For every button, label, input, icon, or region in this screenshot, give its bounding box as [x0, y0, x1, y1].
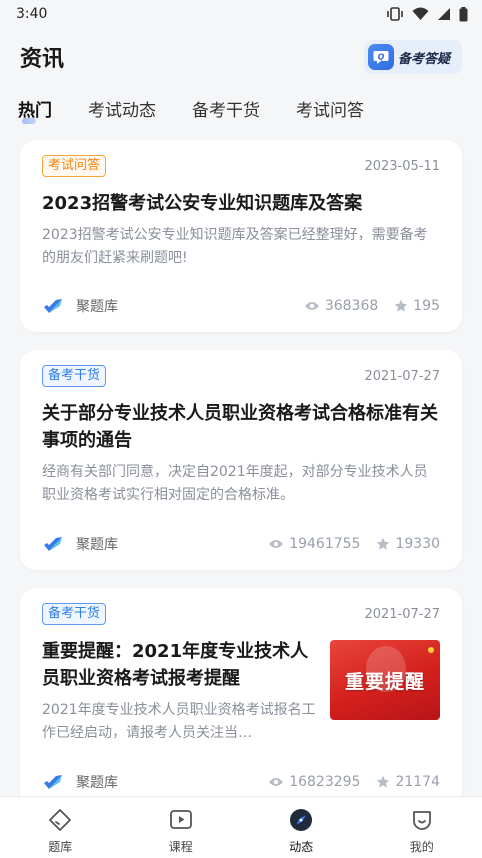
- article-title: 重要提醒：2021年度专业技术人员职业资格考试报考提醒: [42, 641, 309, 689]
- category-tag: 备考干货: [42, 365, 107, 387]
- article-card[interactable]: 备考干货 2021-07-27 关于部分专业技术人员职业资格考试合格标准有关事项…: [20, 350, 462, 570]
- tab-hot[interactable]: 热门: [18, 96, 52, 124]
- page-title: 资讯: [20, 47, 65, 72]
- source-logo-icon: [44, 299, 62, 313]
- nav-label: 题库: [48, 840, 73, 854]
- eye-icon: [269, 778, 284, 786]
- view-count: 19461755: [289, 536, 361, 552]
- publish-date: 2023-05-11: [364, 158, 440, 174]
- signal-icon: [438, 8, 450, 20]
- view-count: 16823295: [289, 774, 361, 790]
- source-name: 聚题库: [76, 537, 118, 553]
- nav-question-bank[interactable]: 题库: [0, 797, 121, 858]
- chat-question-icon: Q: [368, 44, 394, 70]
- star-icon: [377, 775, 390, 788]
- article-card[interactable]: 考试问答 2023-05-11 2023招警考试公安专业知识题库及答案 2023…: [20, 140, 462, 332]
- source-logo-icon: [44, 537, 62, 551]
- tab-exam-qa[interactable]: 考试问答: [296, 96, 364, 121]
- source-name: 聚题库: [76, 775, 118, 791]
- article-card[interactable]: 备考干货 2021-07-27 重要提醒：2021年度专业技术人员职业资格考试报…: [20, 588, 462, 808]
- course-play-icon: [169, 810, 192, 829]
- nav-profile[interactable]: 我的: [362, 797, 482, 858]
- svg-text:Q: Q: [378, 53, 385, 62]
- article-summary: 2023招警考试公安专业知识题库及答案已经整理好，需要备考的朋友们赶紧来刷题吧!: [42, 227, 428, 266]
- compass-icon: [290, 809, 313, 831]
- status-icons: [386, 6, 468, 22]
- eye-icon: [269, 540, 284, 548]
- eye-icon: [304, 302, 319, 310]
- wifi-icon: [412, 7, 429, 20]
- profile-icon: [412, 811, 431, 830]
- category-tabs: 热门 考试动态 备考干货 考试问答: [0, 90, 482, 126]
- category-tag: 备考干货: [42, 603, 107, 625]
- nav-label: 我的: [409, 840, 434, 854]
- article-title: 2023招警考试公安专业知识题库及答案: [42, 193, 363, 214]
- tab-study-materials[interactable]: 备考干货: [192, 96, 260, 121]
- vibrate-icon: [387, 7, 403, 21]
- nav-label: 动态: [289, 840, 314, 854]
- nav-label: 课程: [168, 840, 193, 854]
- bottom-nav: 题库 课程 动态 我的: [0, 796, 482, 858]
- source-logo-icon: [44, 775, 62, 789]
- star-count: 195: [413, 298, 440, 314]
- category-tag: 考试问答: [42, 155, 107, 177]
- exam-qa-button[interactable]: Q 备考答疑: [364, 40, 462, 74]
- status-time: 3:40: [16, 6, 48, 22]
- publish-date: 2021-07-27: [364, 606, 440, 622]
- question-bank-icon: [49, 809, 72, 831]
- exam-qa-label: 备考答疑: [398, 51, 451, 67]
- tab-exam-news[interactable]: 考试动态: [88, 96, 156, 121]
- source-name: 聚题库: [76, 299, 118, 315]
- article-summary: 2021年度专业技术人员职业资格考试报名工作已经启动，请报考人员关注当…: [42, 702, 316, 741]
- article-thumbnail: 重要提醒: [330, 640, 440, 720]
- article-title: 关于部分专业技术人员职业资格考试合格标准有关事项的通告: [42, 403, 438, 451]
- thumbnail-text: 重要提醒: [344, 670, 425, 693]
- nav-course[interactable]: 课程: [121, 797, 242, 858]
- status-bar: 3:40: [0, 0, 482, 28]
- star-icon: [395, 299, 408, 312]
- article-summary: 经商有关部门同意，决定自2021年度起，对部分专业技术人员职业资格考试实行相对固…: [42, 464, 428, 503]
- star-icon: [377, 537, 390, 550]
- thumbnail-dot: [428, 647, 434, 653]
- nav-news[interactable]: 动态: [241, 797, 362, 858]
- header: 资讯 Q 备考答疑: [0, 28, 482, 86]
- battery-icon: [459, 6, 468, 21]
- star-count: 19330: [395, 536, 440, 552]
- publish-date: 2021-07-27: [364, 368, 440, 384]
- view-count: 368368: [324, 298, 379, 314]
- star-count: 21174: [395, 774, 440, 790]
